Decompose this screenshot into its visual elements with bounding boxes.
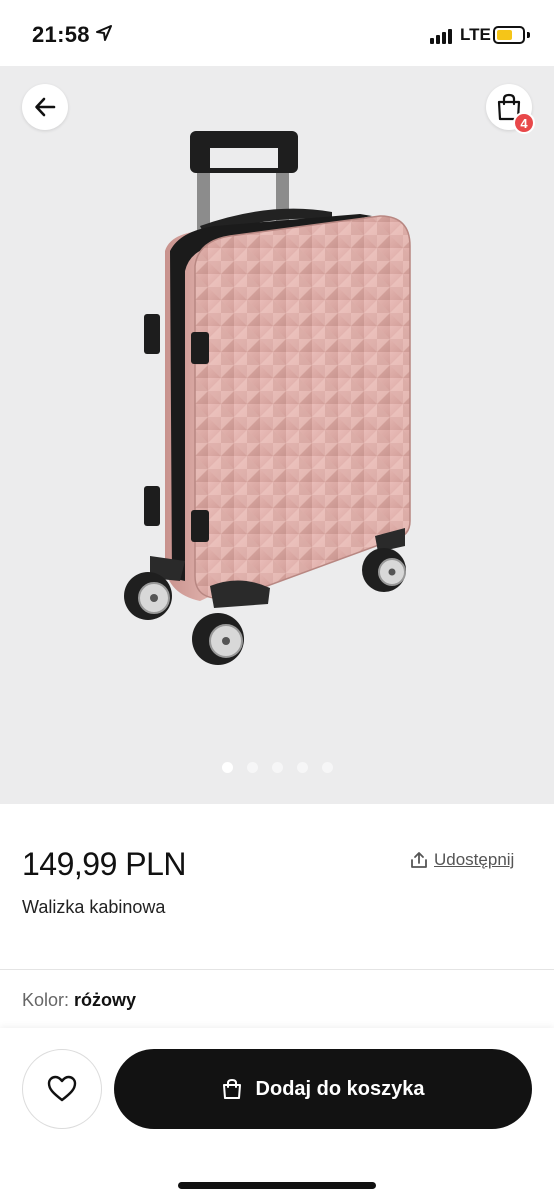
pagination-dot[interactable] (297, 762, 308, 773)
signal-icon (430, 28, 454, 44)
gallery-pagination (222, 762, 333, 774)
battery-icon (493, 26, 525, 44)
wheel (124, 572, 172, 620)
product-image[interactable] (0, 66, 554, 804)
network-type: LTE (460, 25, 491, 44)
color-value: różowy (74, 990, 137, 1010)
favorite-button[interactable] (22, 1049, 102, 1129)
pagination-dot[interactable] (322, 762, 333, 773)
heart-icon (47, 1075, 77, 1102)
cart-count-badge: 4 (513, 112, 535, 134)
home-indicator (178, 1182, 376, 1189)
share-link[interactable]: Udostępnij (410, 850, 514, 870)
add-to-cart-label: Dodaj do koszyka (255, 1077, 425, 1100)
share-icon (411, 852, 427, 868)
color-label: Kolor: (22, 990, 70, 1010)
pagination-dot[interactable] (272, 762, 283, 773)
wheel (192, 613, 244, 665)
arrow-left-icon (35, 97, 56, 117)
product-image-gallery[interactable]: 4 (0, 66, 554, 804)
back-button[interactable] (22, 84, 68, 130)
divider (0, 969, 554, 970)
bottom-action-bar: Dodaj do koszyka (0, 1028, 554, 1200)
status-bar: 21:58 LTE (0, 0, 554, 66)
add-to-cart-button[interactable]: Dodaj do koszyka (114, 1049, 532, 1129)
wheel (362, 548, 406, 592)
shopping-bag-icon (222, 1078, 241, 1099)
product-price: 149,99 PLN (22, 846, 187, 882)
product-name: Walizka kabinowa (22, 897, 166, 917)
share-label[interactable]: Udostępnij (434, 850, 514, 870)
pagination-dot[interactable] (247, 762, 258, 773)
location-arrow-icon (96, 25, 112, 41)
color-selector-label: Kolor: różowy (22, 990, 136, 1011)
pagination-dot[interactable] (222, 762, 233, 773)
status-time: 21:58 (32, 22, 90, 47)
